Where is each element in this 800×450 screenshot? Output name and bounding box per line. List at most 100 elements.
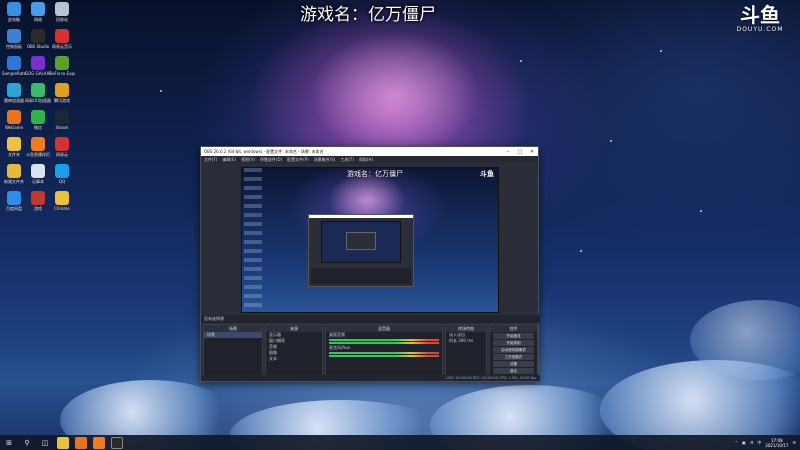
game-icon [31,191,45,205]
desktop-icon[interactable]: WeGame [1,110,27,130]
computer-icon [7,2,21,16]
minimize-icon[interactable]: – [502,147,514,156]
desktop-icon-label: Chrome [54,206,70,211]
menu-item[interactable]: 编辑(E) [222,157,236,163]
desktop-icon[interactable]: QQ [49,164,75,184]
input-language[interactable]: 中 [757,440,761,446]
desktop-icon[interactable]: 网易云音乐 [49,29,75,49]
scenes-dock: 场景 场景 [203,324,263,380]
control-button[interactable]: 设置 [493,361,534,367]
close-icon[interactable]: ✕ [526,147,538,156]
desktop-icon[interactable]: 雷神加速器 [1,83,27,103]
maximize-icon[interactable]: □ [514,147,526,156]
control-button[interactable]: 退出 [493,368,534,374]
accelerator-icon [7,83,21,97]
search-icon[interactable]: ⚲ [21,437,33,449]
logo-mark: 斗鱼 [740,3,780,27]
desktop-icon[interactable]: 百度网盘 [1,191,27,211]
wechat-icon [31,110,45,124]
logo-sub: DOUYU.COM [736,26,784,33]
menu-item[interactable]: 场景集合(S) [314,157,336,163]
desktop-icon[interactable]: 此电脑 [1,2,27,22]
desktop-icon-label: 雷神加速器 [4,98,24,103]
volume-icon[interactable]: ♬ [750,440,754,445]
desktop-icon[interactable]: 网易UU加速器 [25,83,51,103]
folder-icon [7,164,21,178]
taskbar-app-obs-icon[interactable] [111,436,123,449]
preview-nested-titlebar [309,215,413,218]
menu-item[interactable]: 帮助(H) [359,157,373,163]
taskbar-app-douyu-icon[interactable] [93,436,105,449]
desktop-icon[interactable]: GOG GALAXY [25,56,51,76]
menu-item[interactable]: 视图(V) [241,157,255,163]
control-button[interactable]: 开始推流 [493,333,534,339]
transitions-dock-title: 转场特效 [446,325,486,332]
menu-item[interactable]: 文件(F) [204,157,217,163]
clock[interactable]: 17:08 2021/10/17 [765,438,788,448]
desktop-icon[interactable]: OBS Studio [25,29,51,49]
desktop-icon[interactable]: 新建文件夹 [1,164,27,184]
preview-nested-docks [311,268,411,284]
desktop-icon[interactable]: GeForce Experience [49,56,75,76]
transitions-dock: 转场特效 淡入淡出 时长 300 ms [445,324,487,380]
scenes-dock-title: 场景 [204,325,262,332]
tray-up-arrow-icon[interactable]: ⌃ [735,440,738,445]
volume-meter[interactable] [329,352,439,354]
control-button[interactable]: 开始录制 [493,340,534,346]
star [520,60,522,62]
desktop-icon-label: GOG GALAXY [25,71,51,76]
desktop-icon[interactable]: 腾讯游戏 [49,83,75,103]
desktop-icon-label: 记事本 [32,179,44,184]
network-icon[interactable]: ▣ [742,440,746,445]
desktop-icon[interactable]: 网络 [25,2,51,22]
clock-date: 2021/10/17 [765,442,789,448]
control-button[interactable]: 启动虚拟摄像机 [493,347,534,353]
obs-window[interactable]: OBS 26.0.2 (64-bit, windows) - 配置文件: 未命名… [200,146,540,382]
desktop-icon-label: Steam [55,125,69,130]
control-button[interactable]: 工作室模式 [493,354,534,360]
cloud-drive-icon [7,191,21,205]
desktop-icon[interactable]: 控制面板 [1,29,27,49]
desktop-icon-label: 控制面板 [6,44,22,49]
desktop-icon-label: OBS Studio [26,44,50,49]
source-item[interactable]: 文本 [266,356,322,362]
tencent-icon [55,83,69,97]
obs-titlebar[interactable]: OBS 26.0.2 (64-bit, windows) - 配置文件: 未命名… [201,147,538,156]
desktop-icon[interactable]: 回收站 [49,2,75,22]
folder-icon [7,137,21,151]
notification-icon[interactable]: ☰ [792,440,796,445]
desktop-icon[interactable]: Steam [49,110,75,130]
window-title: OBS 26.0.2 (64-bit, windows) - 配置文件: 未命名… [204,148,324,154]
menu-item[interactable]: 工具(T) [340,157,354,163]
taskbar-app-chrome-icon[interactable] [57,436,69,449]
desktop-icon[interactable]: 文件夹 [1,137,27,157]
desktop-icon[interactable]: 斗鱼直播伴侣 [25,137,51,157]
volume-meter[interactable] [329,355,439,357]
taskbar-app-wegame-icon[interactable] [75,436,87,449]
start-button[interactable]: ⊞ [3,437,15,449]
gog-icon [31,56,45,70]
steam-icon [55,110,69,124]
desktop-icon-label: QQ [58,179,66,184]
desktop-icon-label: 此电脑 [8,17,20,22]
scene-item[interactable]: 场景 [204,332,262,338]
desktop-icon[interactable]: 记事本 [25,164,51,184]
sources-dock-title: 来源 [266,325,322,332]
desktop-icon-label: 网易UU加速器 [25,98,51,103]
preview-nested-obs [308,214,414,287]
desktop-icon[interactable]: 游戏 [25,191,51,211]
desktop-icon[interactable]: 微信 [25,110,51,130]
menu-item[interactable]: 配置文件(P) [287,157,309,163]
desktop-icon[interactable]: Chrome [49,191,75,211]
desktop-icon[interactable]: SampleRate [1,56,27,76]
preview-nested-canvas [321,221,401,263]
menu-item[interactable]: 停靠部件(D) [260,157,282,163]
chrome-icon [55,191,69,205]
netease-icon [55,137,69,151]
desktop-icon[interactable]: 网易云 [49,137,75,157]
task-view-icon[interactable]: ◫ [39,437,51,449]
duration-input[interactable]: 300 ms [458,338,473,343]
volume-meter[interactable] [329,339,439,341]
preview-canvas[interactable]: 游戏名：亿万僵尸 斗鱼 [241,167,499,313]
volume-meter[interactable] [329,342,439,344]
